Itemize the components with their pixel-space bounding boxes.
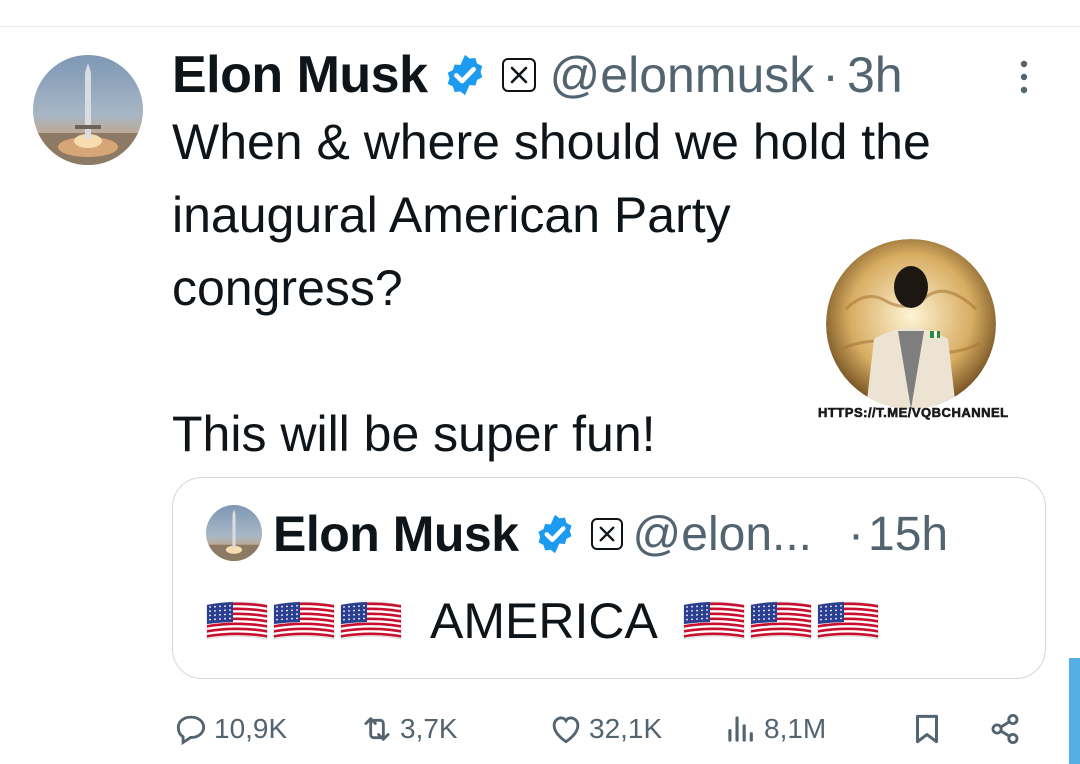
flags-before [205,597,406,645]
quoted-tweet-timestamp[interactable]: 15h [868,507,948,562]
quoted-author-avatar[interactable] [206,505,262,561]
like-icon [552,716,580,744]
repost-icon [364,717,390,741]
verified-badge-icon [538,514,572,554]
quoted-author-handle[interactable]: @elon... [633,507,812,562]
us-flag-icon [683,601,745,640]
quoted-author-name[interactable]: Elon Musk [273,505,519,563]
reply-icon [176,715,206,746]
x-logo-icon [590,518,623,550]
repost-count: 3,7K [400,713,458,744]
reply-button[interactable]: 10,9K [172,710,287,748]
tweet-action-bar: 10,9K 3,7K 32,1K 8,1M [0,700,1080,764]
quoted-tweet-header: Elon Musk @elon... · 15h [273,504,948,564]
views-count: 8,1M [764,713,827,744]
author-name[interactable]: Elon Musk [172,45,428,105]
quoted-tweet-card[interactable]: Elon Musk @elon... · 15h AMERICA [172,477,1046,679]
verified-badge-icon [447,54,482,96]
us-flag-icon [340,601,402,640]
views-button[interactable]: 8,1M [722,710,826,748]
like-button[interactable]: 32,1K [547,710,662,748]
more-icon[interactable] [1014,58,1034,98]
views-icon [728,716,753,742]
us-flag-icon [273,601,335,640]
us-flag-icon [206,601,268,640]
quoted-tweet-body: AMERICA [205,591,883,651]
us-flag-icon [750,601,812,640]
repost-button[interactable]: 3,7K [358,710,458,748]
author-handle[interactable]: @elonmusk [550,46,815,104]
quoted-tweet-text: AMERICA [430,593,658,649]
tweet-timestamp[interactable]: 3h [847,46,903,104]
share-button[interactable] [986,710,1028,748]
separator-dot: · [822,47,839,103]
share-icon [991,713,1019,745]
rocket-launch-image [206,509,262,561]
like-count: 32,1K [589,713,663,744]
watermark-url: HTTPS://T.ME/VQBCHANNEL [818,405,1009,421]
bookmark-icon [915,714,939,744]
us-flag-icon [817,601,879,640]
scrollbar[interactable] [1069,658,1080,764]
flags-after [682,597,883,645]
tweet-header: Elon Musk @elonmusk · 3h [172,42,903,108]
author-avatar[interactable] [33,55,143,165]
watermark-logo [826,239,996,409]
rocket-launch-image [33,63,143,165]
reply-count: 10,9K [214,713,288,744]
bookmark-button[interactable] [908,710,950,748]
top-divider [0,26,1080,27]
x-logo-icon [501,58,536,92]
separator-dot: · [848,507,864,561]
